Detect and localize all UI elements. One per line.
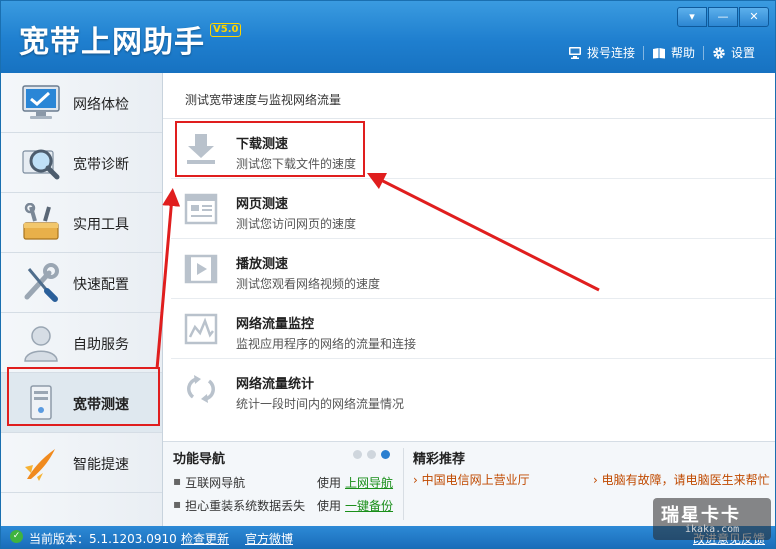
use-label: 使用 <box>317 499 342 513</box>
watermark-sub: ikaka.com <box>685 524 740 535</box>
top-menu: 拨号连接 帮助 设置 <box>560 44 763 61</box>
sync-arrows-icon <box>187 375 215 403</box>
monitor-icon <box>22 85 60 119</box>
tool-title: 播放测速 <box>236 257 289 272</box>
settings-button[interactable]: 设置 <box>704 44 763 61</box>
tool-desc: 测试您访问网页的速度 <box>236 217 357 231</box>
page-dot-active[interactable] <box>381 450 390 459</box>
app-window: 宽带上网助手 V5.0 ▾ — ✕ 拨号连接 帮助 设置 网络体检 宽带诊断 实… <box>0 0 776 549</box>
magnifier-icon <box>22 149 60 180</box>
tool-download-speed[interactable]: 下载测速 测试您下载文件的速度 <box>171 119 775 179</box>
window-controls: ▾ — ✕ <box>677 7 769 27</box>
tool-traffic-monitor[interactable]: 网络流量监控 监视应用程序的网络的流量和连接 <box>171 299 775 359</box>
function-nav-text: 互联网导航 <box>185 476 246 490</box>
check-update-link[interactable]: 检查更新 <box>181 530 229 547</box>
settings-label: 设置 <box>730 46 755 60</box>
version-tag: V5.0 <box>210 23 242 37</box>
sidebar-item-utilities[interactable]: 实用工具 <box>1 193 162 253</box>
minimize-button[interactable]: — <box>708 7 738 27</box>
close-button[interactable]: ✕ <box>739 7 769 27</box>
toolbox-icon <box>23 203 59 240</box>
divider <box>403 448 404 520</box>
sidebar-item-label: 宽带诊断 <box>73 157 129 173</box>
tool-title: 网页测速 <box>236 197 289 212</box>
sidebar-item-smart-boost[interactable]: 智能提速 <box>1 433 162 493</box>
sidebar: 网络体检 宽带诊断 实用工具 快速配置 自助服务 宽带测速 智能提速 <box>1 73 163 526</box>
web-nav-link[interactable]: 上网导航 <box>345 476 393 490</box>
recommend-link-telecom[interactable]: › 中国电信网上营业厅 <box>413 471 530 488</box>
sidebar-item-label: 自助服务 <box>73 337 129 353</box>
page-dot[interactable] <box>353 450 362 459</box>
sidebar-item-broadband-diagnosis[interactable]: 宽带诊断 <box>1 133 162 193</box>
one-key-backup-link[interactable]: 一键备份 <box>345 499 393 513</box>
tool-title: 网络流量监控 <box>236 317 315 332</box>
tool-title: 网络流量统计 <box>236 377 315 392</box>
sidebar-item-quick-config[interactable]: 快速配置 <box>1 253 162 313</box>
sidebar-item-label: 网络体检 <box>73 97 129 113</box>
weibo-link[interactable]: 官方微博 <box>245 530 293 547</box>
app-title: 宽带上网助手 <box>19 25 205 60</box>
recommend-link-pc-doctor[interactable]: › 电脑有故障，请电脑医生来帮忙 <box>593 471 770 488</box>
function-nav-title: 功能导航 <box>173 452 226 467</box>
wrench-screwdriver-icon <box>24 263 59 302</box>
gear-icon <box>713 46 725 59</box>
help-button[interactable]: 帮助 <box>644 44 703 61</box>
webpage-icon <box>184 193 218 225</box>
sidebar-item-speed-test[interactable]: 宽带测速 <box>1 373 162 433</box>
dial-connect-label: 拨号连接 <box>586 46 635 60</box>
function-nav-row: ▪ 担心重装系统数据丢失 使用 一键备份 <box>173 497 394 513</box>
page-dot[interactable] <box>367 450 376 459</box>
tool-traffic-stats[interactable]: 网络流量统计 统计一段时间内的网络流量情况 <box>171 359 775 419</box>
page-title: 测试宽带速度与监视网络流量 <box>185 93 342 107</box>
page-dots <box>353 450 390 459</box>
tool-title: 下载测速 <box>236 137 289 152</box>
dial-connect-button[interactable]: 拨号连接 <box>560 44 643 61</box>
server-icon <box>30 385 52 420</box>
version-text: 当前版本：5.1.1203.0910 <box>29 532 177 546</box>
download-icon <box>187 134 215 164</box>
sidebar-item-label: 快速配置 <box>73 277 129 293</box>
person-icon <box>24 326 58 362</box>
use-label: 使用 <box>317 476 342 490</box>
traffic-chart-icon <box>184 313 218 345</box>
tool-desc: 测试您观看网络视频的速度 <box>236 277 381 291</box>
sidebar-item-network-checkup[interactable]: 网络体检 <box>1 73 162 133</box>
main-heading: 测试宽带速度与监视网络流量 <box>163 73 775 119</box>
rocket-icon <box>25 449 55 481</box>
sidebar-item-label: 宽带测速 <box>73 397 129 413</box>
tool-webpage-speed[interactable]: 网页测速 测试您访问网页的速度 <box>171 179 775 239</box>
function-nav-text: 担心重装系统数据丢失 <box>185 499 306 513</box>
help-label: 帮助 <box>670 46 695 60</box>
menu-dropdown-button[interactable]: ▾ <box>677 7 707 27</box>
check-icon: ✓ <box>10 530 23 543</box>
sidebar-item-label: 实用工具 <box>73 217 129 233</box>
sidebar-item-self-service[interactable]: 自助服务 <box>1 313 162 373</box>
tool-desc: 监视应用程序的网络的流量和连接 <box>236 337 417 351</box>
tool-desc: 测试您下载文件的速度 <box>236 157 357 171</box>
book-icon <box>652 47 665 58</box>
dial-computer-icon <box>568 46 581 59</box>
watermark: 瑞星卡卡 ikaka.com <box>653 498 771 540</box>
title-bar: 宽带上网助手 V5.0 ▾ — ✕ 拨号连接 帮助 设置 <box>1 1 775 73</box>
tool-desc: 统计一段时间内的网络流量情况 <box>236 397 405 411</box>
film-icon <box>184 254 218 284</box>
sidebar-item-label: 智能提速 <box>73 457 129 473</box>
function-nav-row: ▪ 互联网导航 使用 上网导航 <box>173 474 394 490</box>
recommend-title: 精彩推荐 <box>413 452 466 467</box>
tool-video-speed[interactable]: 播放测速 测试您观看网络视频的速度 <box>171 239 775 299</box>
